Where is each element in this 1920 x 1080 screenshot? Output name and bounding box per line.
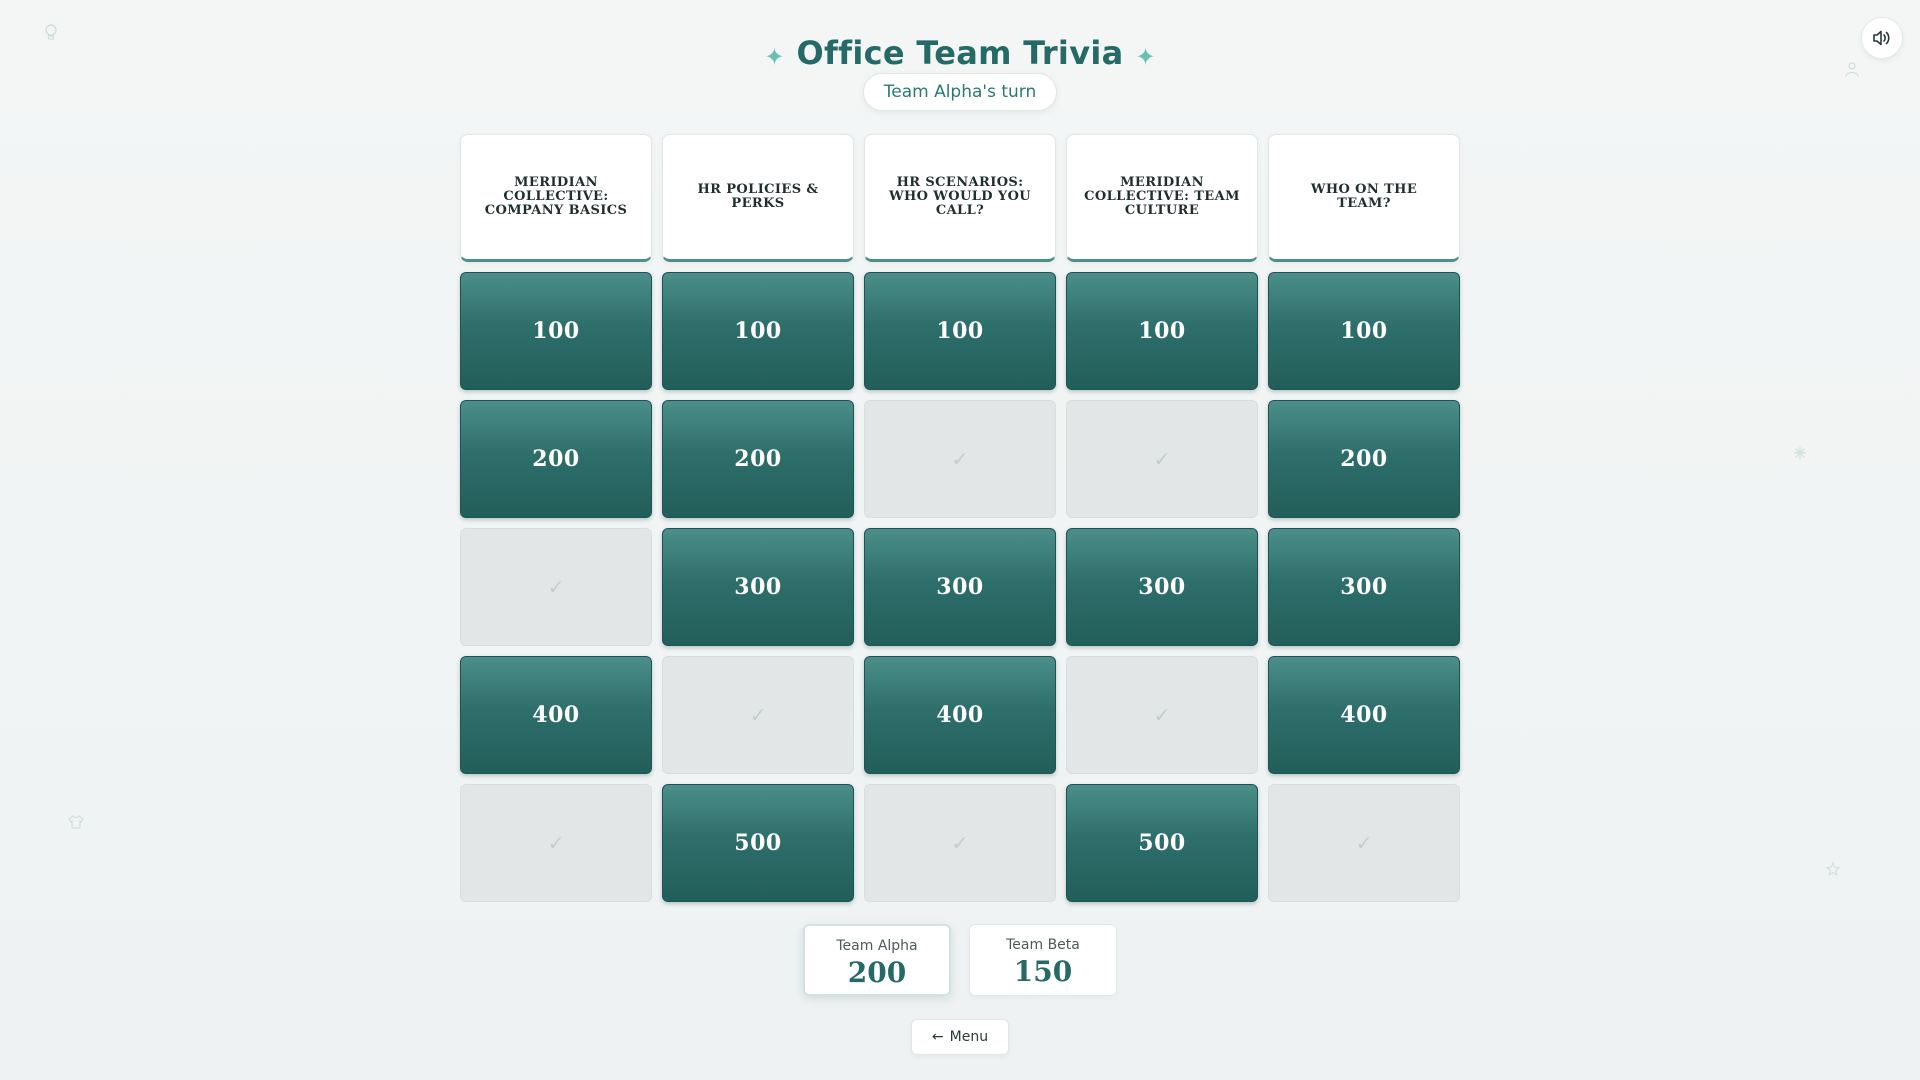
question-tile[interactable]: 100: [864, 272, 1056, 390]
game-page: ✦ Office Team Trivia ✦ Team Alpha's turn…: [0, 0, 1920, 1080]
question-tile[interactable]: 200: [662, 400, 854, 518]
answered-tile: ✓: [460, 784, 652, 902]
question-tile[interactable]: 300: [864, 528, 1056, 646]
tile-value: 100: [1138, 318, 1186, 344]
check-icon: ✓: [1153, 703, 1171, 727]
tile-value: 300: [1340, 574, 1388, 600]
category-header: HR SCENARIOS: WHO WOULD YOU CALL?: [864, 134, 1056, 262]
header: ✦ Office Team Trivia ✦: [0, 34, 1920, 72]
tile-value: 100: [1340, 318, 1388, 344]
answered-tile: ✓: [1066, 656, 1258, 774]
tile-value: 500: [1138, 830, 1186, 856]
check-icon: ✓: [1355, 831, 1373, 855]
answered-tile: ✓: [662, 656, 854, 774]
check-icon: ✓: [749, 703, 767, 727]
sparkle-icon: ✦: [1135, 43, 1156, 71]
question-tile[interactable]: 200: [1268, 400, 1460, 518]
team-name: Team Beta: [1006, 937, 1080, 953]
tile-value: 400: [1340, 702, 1388, 728]
check-icon: ✓: [951, 447, 969, 471]
trivia-board: MERIDIAN COLLECTIVE: COMPANY BASICS HR P…: [460, 134, 1460, 912]
question-tile[interactable]: 300: [1268, 528, 1460, 646]
question-tile[interactable]: 400: [460, 656, 652, 774]
star-icon: [1825, 861, 1841, 879]
answered-tile: ✓: [460, 528, 652, 646]
question-tile[interactable]: 100: [460, 272, 652, 390]
question-tile[interactable]: 400: [864, 656, 1056, 774]
category-header: MERIDIAN COLLECTIVE: TEAM CULTURE: [1066, 134, 1258, 262]
title-row: ✦ Office Team Trivia ✦: [764, 34, 1155, 72]
team-score: 150: [1013, 955, 1073, 988]
sparkle-icon: ✦: [764, 43, 785, 71]
question-tile[interactable]: 100: [1268, 272, 1460, 390]
question-tile[interactable]: 400: [1268, 656, 1460, 774]
answered-tile: ✓: [1268, 784, 1460, 902]
team-score: 200: [847, 956, 907, 989]
menu-button[interactable]: ← Menu: [911, 1019, 1009, 1055]
sound-toggle-button[interactable]: [1861, 17, 1903, 59]
check-icon: ✓: [547, 831, 565, 855]
snowflake-icon: [1793, 446, 1807, 463]
shirt-icon: [68, 814, 84, 833]
tile-value: 300: [936, 574, 984, 600]
tile-value: 100: [936, 318, 984, 344]
tile-value: 500: [734, 830, 782, 856]
check-icon: ✓: [951, 831, 969, 855]
tile-value: 100: [532, 318, 580, 344]
turn-indicator: Team Alpha's turn: [863, 73, 1057, 111]
tile-value: 200: [532, 446, 580, 472]
check-icon: ✓: [1153, 447, 1171, 471]
page-title: Office Team Trivia: [796, 34, 1124, 72]
question-tile[interactable]: 500: [1066, 784, 1258, 902]
team-beta-score-card: Team Beta 150: [969, 924, 1117, 996]
answered-tile: ✓: [1066, 400, 1258, 518]
speaker-icon: [1873, 30, 1890, 46]
question-tile[interactable]: 200: [460, 400, 652, 518]
answered-tile: ✓: [864, 400, 1056, 518]
tile-value: 400: [532, 702, 580, 728]
question-tile[interactable]: 100: [662, 272, 854, 390]
category-header: WHO ON THE TEAM?: [1268, 134, 1460, 262]
category-header: MERIDIAN COLLECTIVE: COMPANY BASICS: [460, 134, 652, 262]
question-tile[interactable]: 300: [662, 528, 854, 646]
question-tile[interactable]: 500: [662, 784, 854, 902]
team-name: Team Alpha: [836, 938, 918, 954]
tile-value: 100: [734, 318, 782, 344]
menu-button-label: Menu: [949, 1029, 989, 1045]
category-header: HR POLICIES & PERKS: [662, 134, 854, 262]
question-tile[interactable]: 100: [1066, 272, 1258, 390]
tile-value: 400: [936, 702, 984, 728]
team-alpha-score-card: Team Alpha 200: [803, 924, 951, 996]
arrow-left-icon: ←: [931, 1029, 944, 1045]
tile-value: 300: [734, 574, 782, 600]
tile-value: 300: [1138, 574, 1186, 600]
tile-value: 200: [1340, 446, 1388, 472]
tile-value: 200: [734, 446, 782, 472]
question-tile[interactable]: 300: [1066, 528, 1258, 646]
answered-tile: ✓: [864, 784, 1056, 902]
check-icon: ✓: [547, 575, 565, 599]
